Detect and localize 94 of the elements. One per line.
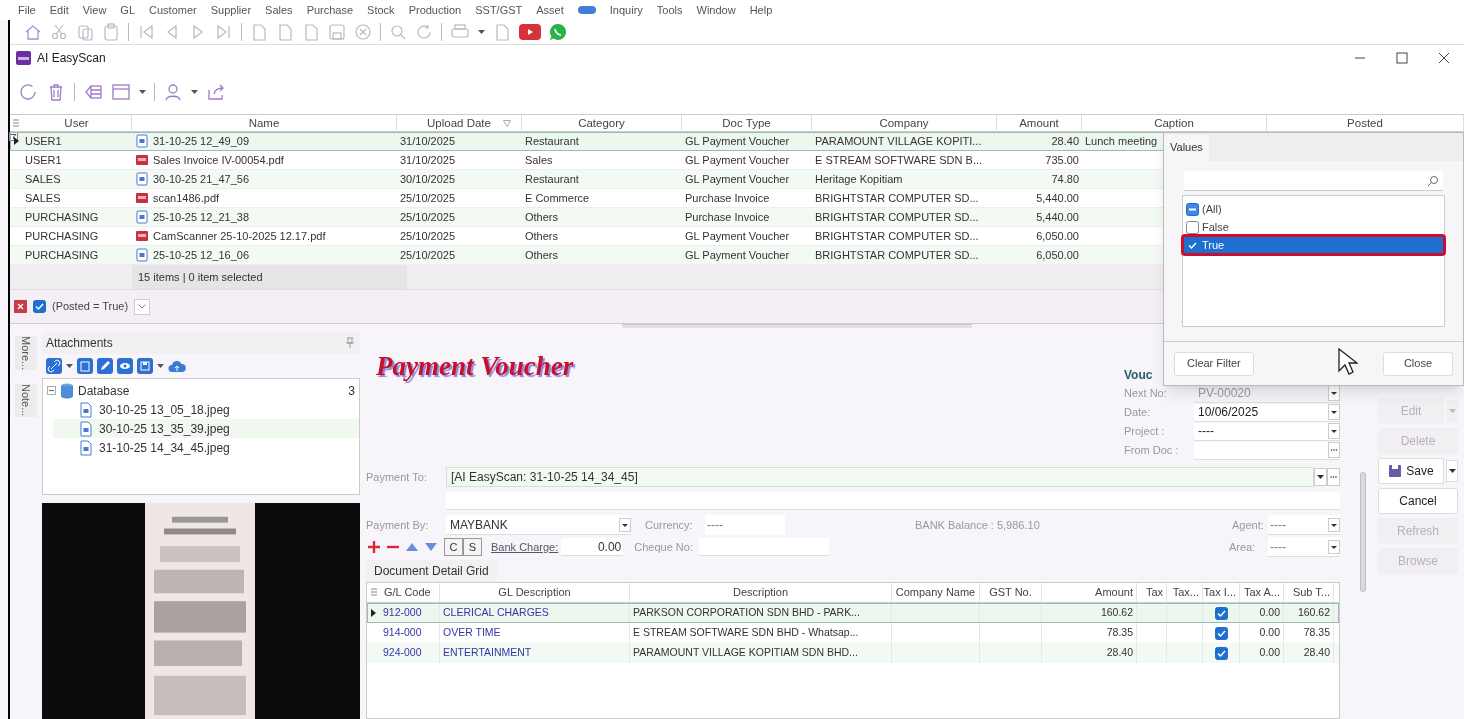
table-cell-text: Lunch meeting <box>1085 133 1158 149</box>
table-cell: 0.00 <box>1259 645 1280 661</box>
table-cell-text: SALES <box>25 171 61 187</box>
table-cell: E STREAM SOFTWARE SDN BHD - Whatsap... <box>633 625 859 641</box>
window-title: AI EasyScan <box>37 49 106 67</box>
table-cell-text: 5,440.00 <box>1036 190 1079 206</box>
table-cell-text: Purchase Invoice <box>685 209 770 225</box>
table-cell-text: Purchase Invoice <box>685 190 770 206</box>
field-label: Date: <box>1124 405 1152 421</box>
table-cell-text: Heritage Kopitiam <box>815 171 903 187</box>
table-cell-text: Restaurant <box>525 133 579 149</box>
table-cell-text: BRIGHTSTAR COMPUTER SD... <box>815 190 979 206</box>
table-cell-text: BRIGHTSTAR COMPUTER SD... <box>815 228 979 244</box>
table-cell-text: E Commerce <box>525 190 590 206</box>
table-cell: 160.62 <box>1100 605 1133 621</box>
table-cell-text: 25/10/2025 <box>400 228 456 244</box>
table-cell-text: PURCHASING <box>25 228 99 244</box>
table-cell-text: 25-10-25 12_21_38 <box>153 209 250 225</box>
item-count: 3 <box>348 382 355 400</box>
field-value: 10/06/2025 <box>1198 404 1259 421</box>
table-cell-text: 25/10/2025 <box>400 247 456 263</box>
table-cell-text: CamScanner 25-10-2025 12.17.pdf <box>153 228 326 244</box>
table-cell-text: E STREAM SOFTWARE SDN B... <box>815 152 983 168</box>
voucher-label: Vouc <box>1124 367 1153 384</box>
field-value: ---- <box>1270 516 1286 534</box>
table-cell: PARAMOUNT VILLAGE KOPITIAM SDN BHD... <box>633 645 858 661</box>
table-cell-text: GL Payment Voucher <box>685 171 790 187</box>
table-cell: PARKSON CORPORATION SDN BHD - PARK... <box>633 605 860 621</box>
table-cell-text: BRIGHTSTAR COMPUTER SD... <box>815 247 979 263</box>
table-cell-text: SALES <box>25 190 61 206</box>
table-cell: 78.35 <box>1106 625 1133 641</box>
table-cell-text: 28.40 <box>1051 133 1079 149</box>
table-cell-text: Sales Invoice IV-00054.pdf <box>153 152 284 168</box>
table-cell-text: 25/10/2025 <box>400 190 456 206</box>
table-cell-text: 31/10/2025 <box>400 152 456 168</box>
table-cell-text: 30/10/2025 <box>400 171 456 187</box>
field-label: Project : <box>1124 424 1166 440</box>
table-cell: 924-000 <box>383 645 422 661</box>
field-value: PV-00020 <box>1198 385 1251 402</box>
table-cell-text: scan1486.pdf <box>153 190 220 206</box>
field-label: From Doc : <box>1124 443 1180 459</box>
field-value: [AI EasyScan: 31-10-25 14_34_45] <box>451 469 638 486</box>
field-label: Next No: <box>1124 386 1168 402</box>
table-cell: 160.62 <box>1297 605 1330 621</box>
table-cell-text: 6,050.00 <box>1036 247 1079 263</box>
table-cell-text: Others <box>525 228 558 244</box>
table-cell-text: 5,440.00 <box>1036 209 1079 225</box>
field-value: ---- <box>1198 423 1214 440</box>
table-cell-text: USER1 <box>25 133 62 149</box>
table-cell-text: 25/10/2025 <box>400 209 456 225</box>
field-value: ---- <box>707 517 723 534</box>
table-cell-text: 74.80 <box>1051 171 1079 187</box>
bank-balance: BANK Balance : 5,986.10 <box>915 517 1040 533</box>
table-cell: ENTERTAINMENT <box>443 645 532 661</box>
field-label: Payment By: <box>366 517 430 533</box>
field-label: Agent: <box>1232 517 1265 533</box>
table-cell-text: GL Payment Voucher <box>685 152 790 168</box>
table-cell-text: 30-10-25 21_47_56 <box>153 171 250 187</box>
table-cell-text: Others <box>525 209 558 225</box>
panel-title: Attachments <box>46 335 113 352</box>
table-cell: OVER TIME <box>443 625 501 641</box>
table-cell-text: GL Payment Voucher <box>685 247 790 263</box>
table-cell: 78.35 <box>1303 625 1330 641</box>
field-label: Currency: <box>645 517 694 533</box>
table-cell-text: 25-10-25 12_16_06 <box>153 247 250 263</box>
table-cell-text: 735.00 <box>1045 152 1079 168</box>
field-value: 0.00 <box>597 538 622 556</box>
item-count: 15 items | 0 item selected <box>138 269 263 285</box>
table-cell-text: 31-10-25 12_49_09 <box>153 133 250 149</box>
table-cell: 914-000 <box>383 625 422 641</box>
table-cell-text: USER1 <box>25 152 62 168</box>
table-cell-text: 31/10/2025 <box>400 133 456 149</box>
table-cell: 0.00 <box>1259 605 1280 621</box>
table-cell: 912-000 <box>383 605 422 621</box>
field-label: Area: <box>1229 539 1257 555</box>
table-cell: CLERICAL CHARGES <box>443 605 549 621</box>
table-cell-text: GL Payment Voucher <box>685 228 790 244</box>
table-cell-text: PARAMOUNT VILLAGE KOPITI... <box>815 133 982 149</box>
table-cell-text: Sales <box>525 152 553 168</box>
table-cell: 28.40 <box>1106 645 1133 661</box>
table-cell-text: PURCHASING <box>25 209 99 225</box>
field-label: Cheque No: <box>634 539 694 555</box>
field-label: Payment To: <box>366 469 428 485</box>
field-value: MAYBANK <box>450 516 508 534</box>
table-cell-text: BRIGHTSTAR COMPUTER SD... <box>815 209 979 225</box>
table-cell-text: Restaurant <box>525 171 579 187</box>
table-cell: 0.00 <box>1259 625 1280 641</box>
form-title: Payment Voucher <box>375 350 574 383</box>
table-cell-text: PURCHASING <box>25 247 99 263</box>
table-cell: 28.40 <box>1303 645 1330 661</box>
table-cell-text: GL Payment Voucher <box>685 133 790 149</box>
field-value: ---- <box>1270 538 1286 556</box>
table-cell-text: Others <box>525 247 558 263</box>
table-cell-text: 6,050.00 <box>1036 228 1079 244</box>
